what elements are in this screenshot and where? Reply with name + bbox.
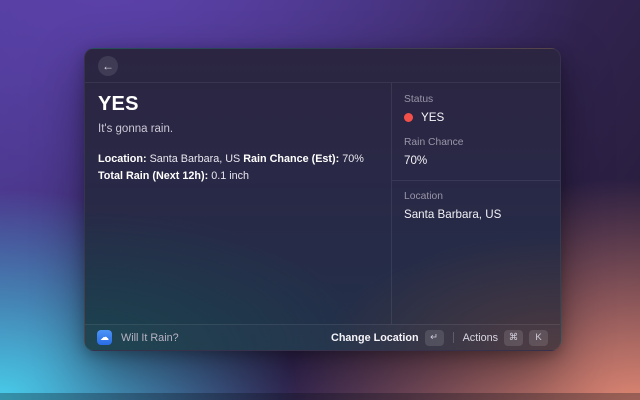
return-key-badge: ↵ <box>425 330 444 346</box>
metadata-sidebar: Status YES Rain Chance 70% Location Sant… <box>391 83 560 324</box>
cmd-key-badge: ⌘ <box>504 330 523 346</box>
sidebar-divider <box>392 180 560 181</box>
window-header: ← <box>85 49 560 83</box>
change-location-label: Change Location <box>331 332 419 344</box>
rain-chance-value: 70% <box>342 153 364 165</box>
total-rain-value: 0.1 inch <box>211 170 249 182</box>
result-details: Location: Santa Barbara, US Rain Chance … <box>98 151 369 186</box>
back-button[interactable]: ← <box>98 56 118 76</box>
location-label: Location: <box>98 153 147 165</box>
location-meta-value: Santa Barbara, US <box>404 208 548 221</box>
back-arrow-icon: ← <box>102 56 114 76</box>
rain-chance-meta-label: Rain Chance <box>404 137 548 148</box>
status-row: YES <box>404 111 548 124</box>
rain-chance-meta-value: 70% <box>404 154 548 167</box>
location-value: Santa Barbara, US <box>150 153 241 165</box>
status-value: YES <box>421 111 444 124</box>
actions-button[interactable]: Actions ⌘ K <box>463 330 548 346</box>
app-name: Will It Rain? <box>121 332 179 344</box>
result-detail-pane: YES It's gonna rain. Location: Santa Bar… <box>85 83 391 324</box>
window-footer: ☁ Will It Rain? Change Location ↵ Action… <box>85 324 560 350</box>
raycast-window: ← YES It's gonna rain. Location: Santa B… <box>84 48 561 351</box>
wallpaper-bottom-band <box>0 393 640 400</box>
location-meta-label: Location <box>404 191 548 202</box>
k-key-badge: K <box>529 330 548 346</box>
footer-separator <box>453 332 454 343</box>
change-location-button[interactable]: Change Location ↵ <box>331 330 444 346</box>
rain-chance-label: Rain Chance (Est): <box>243 153 339 165</box>
window-content: YES It's gonna rain. Location: Santa Bar… <box>85 83 560 324</box>
total-rain-label: Total Rain (Next 12h): <box>98 170 208 182</box>
cloud-icon: ☁ <box>97 330 112 345</box>
footer-actions: Change Location ↵ Actions ⌘ K <box>331 330 548 346</box>
status-dot-icon <box>404 113 413 122</box>
status-label: Status <box>404 94 548 105</box>
result-heading: YES <box>98 93 369 116</box>
actions-label: Actions <box>463 332 498 344</box>
result-subtitle: It's gonna rain. <box>98 123 369 135</box>
app-chip: ☁ Will It Rain? <box>97 330 179 345</box>
